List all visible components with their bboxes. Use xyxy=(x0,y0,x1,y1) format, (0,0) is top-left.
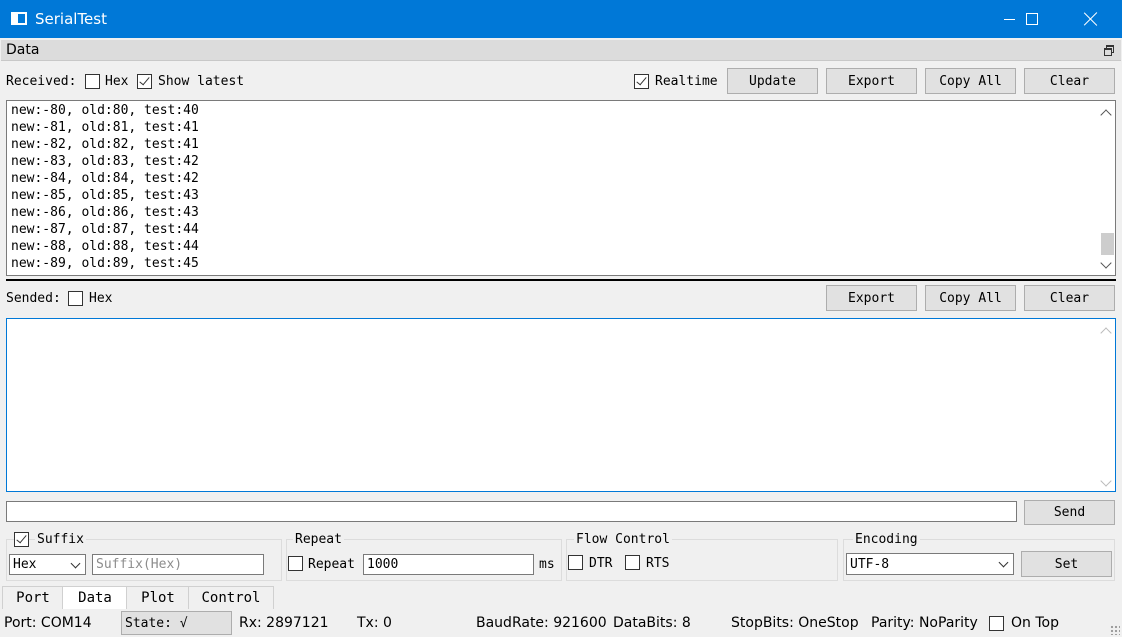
realtime-checkbox[interactable] xyxy=(634,74,649,89)
realtime-label: Realtime xyxy=(655,74,718,89)
dtr-label: DTR xyxy=(589,556,613,571)
received-scrollbar[interactable] xyxy=(1099,101,1115,275)
sended-copy-all-button[interactable]: Copy All xyxy=(925,285,1016,311)
sended-scroll-up-icon[interactable] xyxy=(1100,327,1112,339)
repeat-label: Repeat xyxy=(308,557,355,572)
repeat-group-title: Repeat xyxy=(293,532,344,547)
title-bar: SerialTest xyxy=(0,0,1122,38)
close-button[interactable] xyxy=(1068,0,1114,38)
tab-port[interactable]: Port xyxy=(2,586,64,609)
suffix-input[interactable]: Suffix(Hex) xyxy=(92,554,264,575)
state-button[interactable]: State: √ xyxy=(121,611,232,635)
received-textarea[interactable]: new:-80, old:80, test:40 new:-81, old:81… xyxy=(6,100,1116,276)
status-baudrate: BaudRate: 921600 xyxy=(476,615,607,631)
dock-header: Data xyxy=(1,40,1121,61)
on-top-label: On Top xyxy=(1011,615,1059,631)
repeat-interval-input[interactable]: 1000 xyxy=(363,554,534,575)
repeat-checkbox[interactable] xyxy=(288,556,303,571)
received-hex-checkbox[interactable] xyxy=(85,74,100,89)
on-top-checkbox[interactable] xyxy=(989,616,1004,631)
sended-clear-button[interactable]: Clear xyxy=(1024,285,1115,311)
suffix-label: Suffix xyxy=(35,532,86,547)
encoding-value: UTF-8 xyxy=(850,556,890,572)
received-log: new:-80, old:80, test:40 new:-81, old:81… xyxy=(11,103,199,271)
show-latest-label: Show latest xyxy=(158,74,245,89)
suffix-placeholder: Suffix(Hex) xyxy=(96,557,183,572)
status-stopbits: StopBits: OneStop xyxy=(731,615,859,631)
chevron-down-icon xyxy=(998,557,1009,568)
sended-hex-label: Hex xyxy=(89,291,113,306)
tab-data[interactable]: Data xyxy=(62,586,128,609)
resize-grip[interactable] xyxy=(1110,625,1120,635)
tab-plot[interactable]: Plot xyxy=(126,586,190,609)
chevron-down-icon xyxy=(70,558,81,569)
flow-control-title: Flow Control xyxy=(574,532,672,547)
window-title: SerialTest xyxy=(35,10,107,28)
status-tx: Tx: 0 xyxy=(357,615,392,631)
show-latest-checkbox[interactable] xyxy=(137,74,152,89)
float-dock-icon[interactable] xyxy=(1104,45,1114,56)
app-icon xyxy=(11,12,27,25)
received-clear-button[interactable]: Clear xyxy=(1024,68,1115,94)
repeat-unit-label: ms xyxy=(539,557,555,572)
received-hex-label: Hex xyxy=(105,74,129,89)
sended-export-button[interactable]: Export xyxy=(826,285,917,311)
scroll-thumb[interactable] xyxy=(1101,233,1114,255)
sended-scroll-down-icon[interactable] xyxy=(1100,475,1112,487)
send-button[interactable]: Send xyxy=(1024,500,1115,525)
rts-checkbox[interactable] xyxy=(625,555,640,570)
sended-textarea[interactable] xyxy=(6,318,1116,492)
maximize-icon xyxy=(1026,13,1038,25)
received-copy-all-button[interactable]: Copy All xyxy=(925,68,1016,94)
scroll-down-icon[interactable] xyxy=(1100,257,1112,269)
status-parity: Parity: NoParity xyxy=(871,615,978,631)
send-input[interactable] xyxy=(6,501,1017,522)
dock-title: Data xyxy=(6,42,40,58)
rts-label: RTS xyxy=(646,556,670,571)
received-export-button[interactable]: Export xyxy=(826,68,917,94)
encoding-title: Encoding xyxy=(853,532,920,547)
scroll-up-icon[interactable] xyxy=(1100,109,1112,121)
encoding-select[interactable]: UTF-8 xyxy=(846,553,1014,575)
update-button[interactable]: Update xyxy=(727,68,818,94)
encoding-set-button[interactable]: Set xyxy=(1021,551,1112,577)
sended-label: Sended: xyxy=(6,291,61,306)
sended-hex-checkbox[interactable] xyxy=(68,291,83,306)
suffix-checkbox[interactable] xyxy=(14,532,29,547)
status-databits: DataBits: 8 xyxy=(613,615,691,631)
status-port: Port: COM14 xyxy=(4,615,92,631)
status-rx: Rx: 2897121 xyxy=(239,615,329,631)
maximize-button[interactable] xyxy=(1009,0,1055,38)
dtr-checkbox[interactable] xyxy=(568,555,583,570)
close-icon xyxy=(1084,12,1098,26)
suffix-type-value: Hex xyxy=(13,557,37,572)
received-label: Received: xyxy=(6,74,77,89)
splitter[interactable] xyxy=(6,279,1116,281)
suffix-type-select[interactable]: Hex xyxy=(9,554,86,575)
tab-control[interactable]: Control xyxy=(188,586,274,609)
status-bar: Port: COM14 State: √ Rx: 2897121 Tx: 0 B… xyxy=(0,609,1122,637)
